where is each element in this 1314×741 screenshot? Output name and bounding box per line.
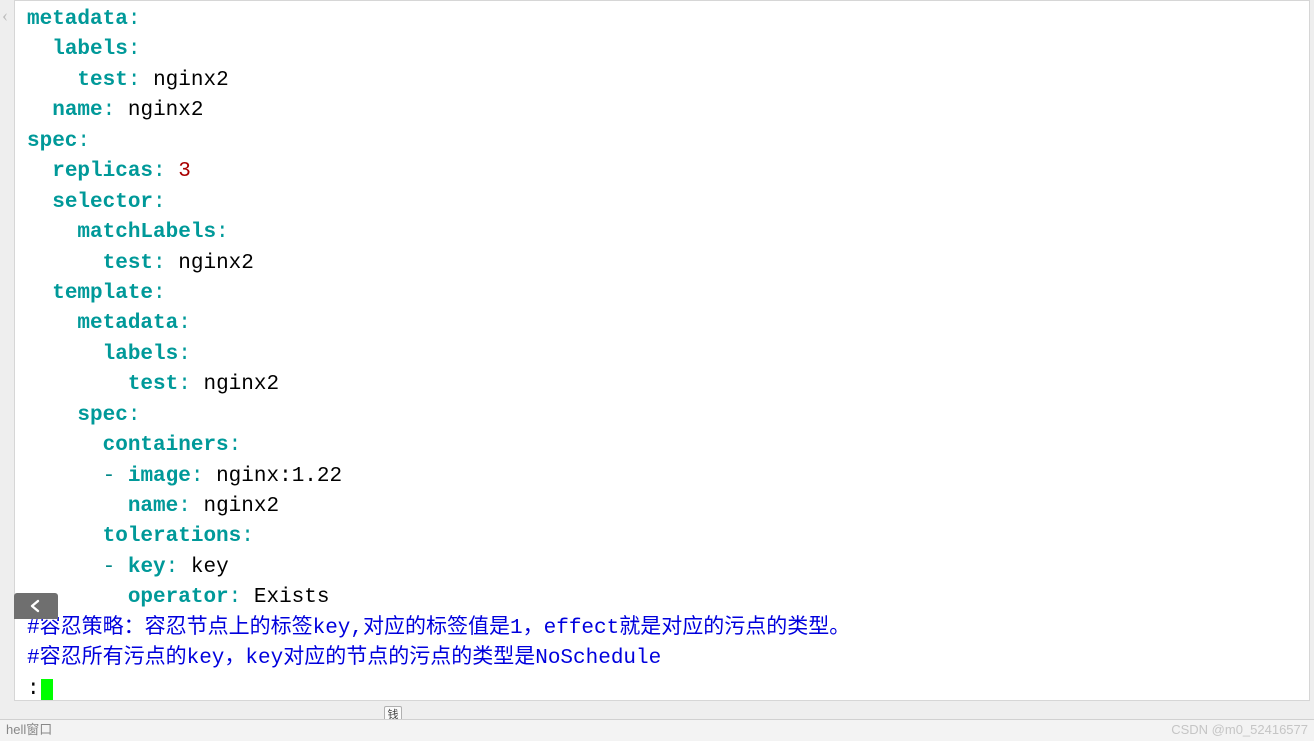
colon: : xyxy=(178,312,191,335)
colon: : xyxy=(128,38,141,61)
key-matchlabels: matchLabels xyxy=(77,221,216,244)
status-left-label: hell窗口 xyxy=(6,721,52,740)
code-editor[interactable]: metadata: labels: test: nginx2 name: ngi… xyxy=(14,0,1310,701)
key-selector: selector xyxy=(52,191,153,214)
colon: : xyxy=(229,434,242,457)
key-metadata: metadata xyxy=(77,312,178,335)
val-nginx2: nginx2 xyxy=(203,495,279,518)
key-test: test xyxy=(103,252,153,275)
val-nginx2: nginx2 xyxy=(153,69,229,92)
editor-wrap: ‹ metadata: labels: test: nginx2 name: n… xyxy=(0,0,1314,741)
colon: : xyxy=(153,252,166,275)
key-spec: spec xyxy=(27,130,77,153)
colon: : xyxy=(153,160,166,183)
colon: : xyxy=(191,465,204,488)
key-tolerations: tolerations xyxy=(103,525,242,548)
val-nginx2: nginx2 xyxy=(178,252,254,275)
chevron-left-icon xyxy=(27,599,45,613)
key-labels: labels xyxy=(103,343,179,366)
status-bar: hell窗口 CSDN @m0_52416577 xyxy=(0,719,1314,741)
colon: : xyxy=(241,525,254,548)
val-nginx2: nginx2 xyxy=(128,99,204,122)
val-nginx2: nginx2 xyxy=(203,373,279,396)
dash: - xyxy=(103,465,116,488)
colon: : xyxy=(77,130,90,153)
key-replicas: replicas xyxy=(52,160,153,183)
colon: : xyxy=(128,404,141,427)
key-containers: containers xyxy=(103,434,229,457)
dash: - xyxy=(103,556,116,579)
colon: : xyxy=(216,221,229,244)
val-operator: Exists xyxy=(254,586,330,609)
key-name: name xyxy=(52,99,102,122)
colon: : xyxy=(128,8,141,31)
colon: : xyxy=(178,343,191,366)
key-spec: spec xyxy=(77,404,127,427)
vim-command-colon: : xyxy=(27,678,40,701)
colon: : xyxy=(166,556,179,579)
collapse-tab-button[interactable] xyxy=(14,593,58,619)
key-metadata: metadata xyxy=(27,8,128,31)
key-test: test xyxy=(128,373,178,396)
key-template: template xyxy=(52,282,153,305)
colon: : xyxy=(128,69,141,92)
colon: : xyxy=(229,586,242,609)
quote-icon: ‹ xyxy=(2,2,8,28)
colon: : xyxy=(178,373,191,396)
key-test: test xyxy=(77,69,127,92)
comment-line-2: #容忍所有污点的key，key对应的节点的污点的类型是NoSchedule xyxy=(27,647,661,670)
comment-line-1: #容忍策略：容忍节点上的标签key,对应的标签值是1，effect就是对应的污点… xyxy=(27,617,850,640)
key-image: image xyxy=(128,465,191,488)
val-image: nginx:1.22 xyxy=(216,465,342,488)
watermark-text: CSDN @m0_52416577 xyxy=(1171,721,1308,740)
key-operator: operator xyxy=(128,586,229,609)
val-key: key xyxy=(191,556,229,579)
val-replicas: 3 xyxy=(178,160,191,183)
colon: : xyxy=(103,99,116,122)
key-labels: labels xyxy=(52,38,128,61)
colon: : xyxy=(178,495,191,518)
colon: : xyxy=(153,282,166,305)
cursor-icon xyxy=(41,679,53,701)
key-key: key xyxy=(128,556,166,579)
key-name: name xyxy=(128,495,178,518)
colon: : xyxy=(153,191,166,214)
